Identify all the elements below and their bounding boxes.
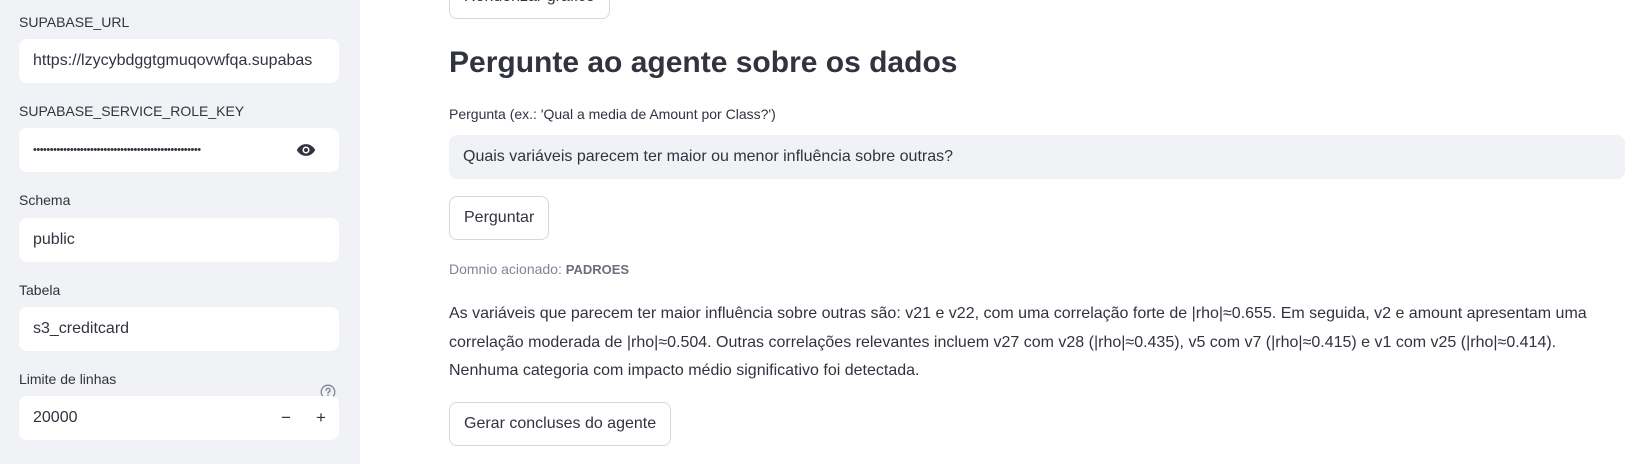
domain-caption: Domnio acionado: PADROES xyxy=(449,261,629,277)
schema-value: public xyxy=(33,231,75,248)
service-role-key-value: ••••••••••••••••••••••••••••••••••••••••… xyxy=(33,144,201,156)
supabase-url-input[interactable]: https://lzycybdggtgmuqovwfqa.supabas xyxy=(19,39,339,83)
main-content: Renderizar gráfico Pergunte ao agente so… xyxy=(360,0,1625,464)
schema-label: Schema xyxy=(19,192,71,208)
question-input[interactable]: Quais variáveis parecem ter maior ou men… xyxy=(449,135,1625,179)
ask-button[interactable]: Perguntar xyxy=(449,196,550,240)
service-role-key-label: SUPABASE_SERVICE_ROLE_KEY xyxy=(19,103,245,119)
domain-prefix: Domnio acionado: xyxy=(449,261,566,277)
question-label: Pergunta (ex.: 'Qual a media de Amount p… xyxy=(449,106,776,122)
table-label: Tabela xyxy=(19,282,61,298)
page-section-title: Pergunte ao agente sobre os dados xyxy=(449,46,958,79)
sidebar: SUPABASE_URL https://lzycybdggtgmuqovwfq… xyxy=(0,0,360,464)
supabase-url-value: https://lzycybdggtgmuqovwfqa.supabas xyxy=(33,52,313,69)
supabase-url-label: SUPABASE_URL xyxy=(19,14,130,30)
increment-button[interactable]: + xyxy=(304,396,338,440)
eye-icon[interactable] xyxy=(295,140,317,160)
generate-conclusions-button[interactable]: Gerar concluses do agente xyxy=(449,402,672,446)
render-chart-button[interactable]: Renderizar gráfico xyxy=(449,0,610,19)
question-value: Quais variáveis parecem ter maior ou men… xyxy=(463,148,954,165)
schema-input[interactable]: public xyxy=(19,218,339,262)
row-limit-input[interactable]: 20000 − + xyxy=(19,396,339,440)
domain-value: PADROES xyxy=(565,262,630,277)
row-limit-label: Limite de linhas xyxy=(19,371,117,387)
agent-answer: As variáveis que parecem ter maior influ… xyxy=(449,305,1587,379)
service-role-key-input[interactable]: ••••••••••••••••••••••••••••••••••••••••… xyxy=(19,128,339,172)
decrement-button[interactable]: − xyxy=(269,396,303,440)
table-input[interactable]: s3_creditcard xyxy=(19,307,339,351)
row-limit-value: 20000 xyxy=(33,409,78,426)
table-value: s3_creditcard xyxy=(33,320,130,337)
